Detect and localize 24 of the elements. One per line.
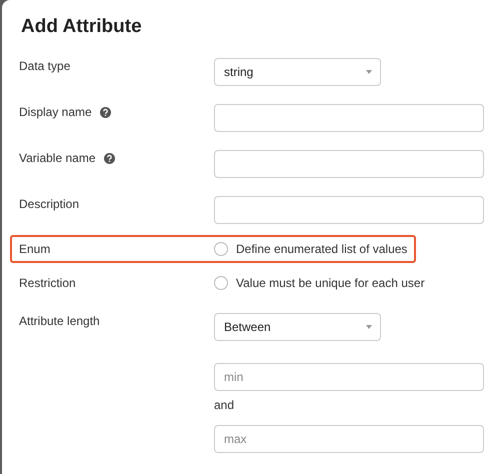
radio-checkbox[interactable] [214, 276, 228, 290]
field-label: Attribute length [19, 314, 100, 328]
checkbox-label: Value must be unique for each user [236, 276, 425, 290]
field-label: Description [19, 197, 80, 211]
dialog-title: Add Attribute [21, 16, 143, 38]
field-label: Variable name [19, 151, 96, 165]
field-label: Display name [19, 105, 92, 119]
checkbox-label: Define enumerated list of values [236, 242, 408, 256]
text-input[interactable] [214, 104, 484, 132]
min-input[interactable]: min [214, 363, 484, 391]
joiner-text: and [214, 397, 234, 413]
max-input[interactable]: max [214, 425, 484, 453]
field-label: Enum [19, 242, 50, 256]
help-icon[interactable] [100, 106, 111, 118]
select-field[interactable]: Between [214, 313, 381, 341]
text-input[interactable] [214, 196, 484, 224]
radio-checkbox[interactable] [214, 242, 228, 256]
select-field[interactable]: string [214, 58, 381, 86]
caret-icon [366, 70, 372, 74]
field-label: Data type [19, 59, 70, 73]
caret-icon [366, 325, 372, 329]
help-icon[interactable] [104, 152, 114, 164]
text-input[interactable] [214, 150, 484, 178]
field-label: Restriction [19, 276, 76, 290]
